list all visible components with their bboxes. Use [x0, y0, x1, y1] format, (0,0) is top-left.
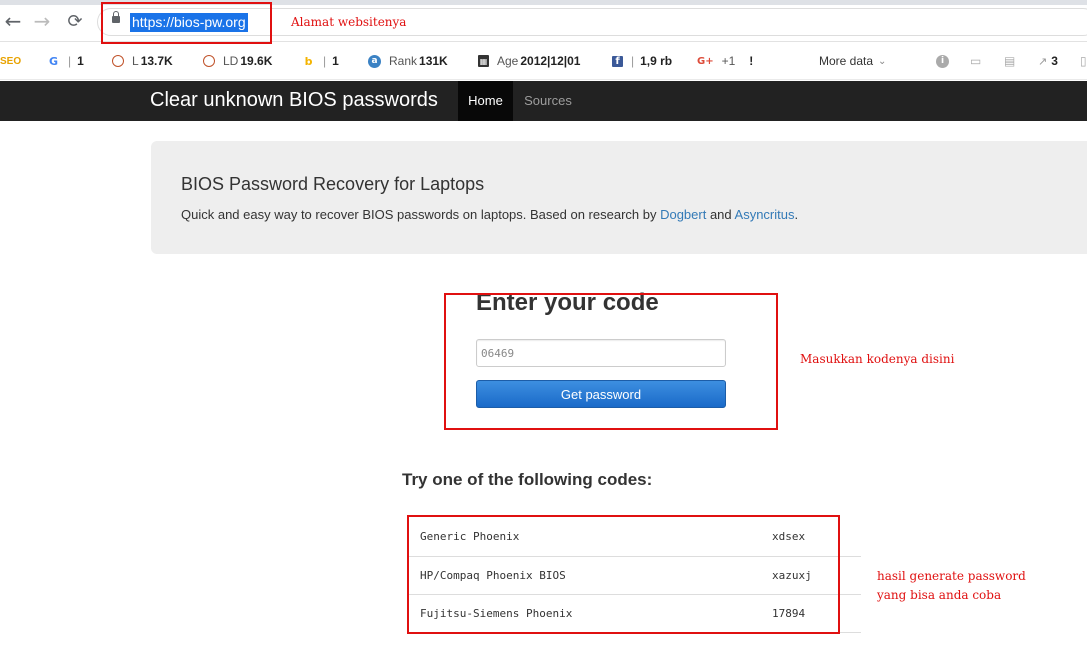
intro-description: Quick and easy way to recover BIOS passw…: [181, 207, 799, 222]
links-item[interactable]: L 13.7K: [112, 53, 173, 69]
domain-age-item[interactable]: ▦ Age 2012|12|01: [478, 53, 580, 69]
page-icon[interactable]: ▯: [1080, 53, 1087, 69]
results-highlight-box: [407, 515, 840, 634]
dogbert-link[interactable]: Dogbert: [660, 207, 706, 222]
google-icon: G: [48, 54, 59, 68]
google-plus-icon: G+: [697, 55, 714, 67]
linking-domains-item[interactable]: LD 19.6K: [203, 53, 272, 69]
code-annotation: Masukkan kodenya disini: [800, 352, 955, 366]
url-annotation: Alamat websitenya: [291, 15, 407, 29]
site-brand[interactable]: Clear unknown BIOS passwords: [150, 89, 438, 111]
separator: |: [323, 54, 327, 68]
results-annotation-line1: hasil generate password: [877, 569, 1026, 583]
facebook-icon: f: [612, 55, 623, 67]
page-icon[interactable]: ▤: [1004, 53, 1015, 69]
seo-extension-bar: SEO G | 1 L 13.7K LD 19.6K b | 1 a Rank …: [0, 42, 1087, 80]
alexa-icon: a: [368, 54, 381, 68]
nav-home-link[interactable]: Home: [458, 81, 513, 121]
bing-index-item[interactable]: b | 1: [302, 53, 339, 69]
info-icon[interactable]: i: [936, 53, 957, 69]
results-heading: Try one of the following codes:: [402, 470, 653, 489]
majestic-icon: [112, 55, 124, 67]
reload-icon[interactable]: ⟳: [62, 8, 88, 34]
external-links-item[interactable]: ↗ 3: [1038, 53, 1058, 69]
calendar-icon: ▦: [478, 55, 489, 67]
bing-icon: b: [304, 54, 313, 68]
gplus-item[interactable]: G+ +1 !: [697, 53, 753, 69]
monitor-icon[interactable]: ▭: [970, 53, 981, 69]
facebook-likes-item[interactable]: f | 1,9 rb: [612, 53, 672, 69]
alexa-rank-item[interactable]: a Rank 131K: [368, 53, 448, 69]
seo-logo[interactable]: SEO: [0, 53, 21, 69]
google-index-item[interactable]: G | 1: [47, 53, 84, 69]
site-navbar: Clear unknown BIOS passwords Home Source…: [0, 81, 1087, 121]
results-annotation-line2: yang bisa anda coba: [877, 588, 1002, 602]
intro-jumbotron: BIOS Password Recovery for Laptops Quick…: [151, 141, 1087, 254]
code-form-highlight-box: [444, 293, 778, 430]
forward-icon[interactable]: →: [29, 8, 55, 34]
more-data-dropdown[interactable]: More data ⌄: [819, 53, 886, 69]
separator: |: [68, 54, 72, 68]
asyncritus-link[interactable]: Asyncritus: [735, 207, 795, 222]
chevron-down-icon: ⌄: [878, 55, 887, 67]
nav-sources-link[interactable]: Sources: [513, 81, 583, 121]
external-link-icon: ↗: [1038, 54, 1048, 68]
majestic-icon: [203, 55, 215, 67]
back-icon[interactable]: ←: [0, 8, 26, 34]
url-highlight-box: [101, 2, 272, 44]
intro-title: BIOS Password Recovery for Laptops: [181, 174, 485, 194]
separator: |: [631, 54, 635, 68]
